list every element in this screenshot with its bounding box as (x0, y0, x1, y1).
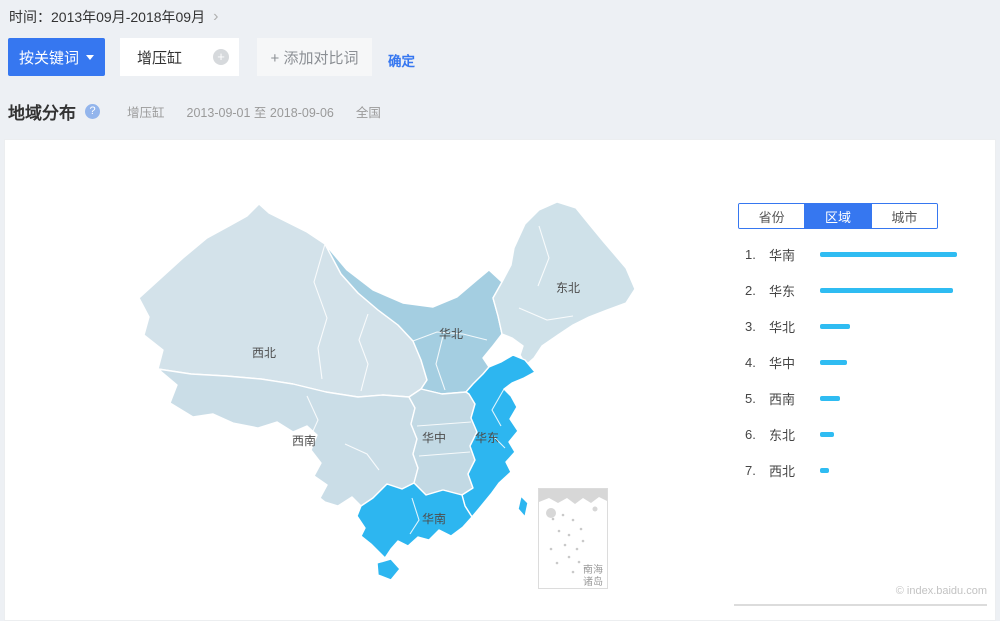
map-label-huanan: 华南 (422, 511, 446, 526)
time-label: 时间：2013年09月-2018年09月 (9, 7, 205, 27)
inset-island-dots (550, 514, 587, 574)
region-distribution-panel: 东北 华北 西北 西南 华中 华东 华南 南海 诸岛 省份区域城市 1. 华南 2.… (4, 139, 996, 621)
region-bar (820, 360, 847, 365)
confirm-link[interactable]: 确定 (388, 50, 415, 70)
tab-region[interactable]: 区域 (804, 204, 870, 228)
region-name: 华南 (769, 245, 795, 264)
region-bar (820, 324, 850, 329)
region-bar (820, 432, 834, 437)
south-china-sea-inset: 南海 诸岛 (538, 488, 608, 589)
keyword-input[interactable]: 增压缸 + (120, 38, 239, 76)
rank-row: 2. 华东 (745, 272, 991, 308)
map-island-hainan[interactable] (377, 559, 400, 580)
map-label-huazhong: 华中 (422, 430, 446, 445)
rank-number: 2. (745, 283, 761, 298)
region-name: 华东 (769, 281, 795, 300)
section-date-range: 2013-09-01 至 2018-09-06 (187, 102, 334, 121)
rank-row: 7. 西北 (745, 452, 991, 488)
section-title: 地域分布 (8, 99, 76, 124)
footer-divider[interactable] (734, 604, 987, 606)
map-label-xibei: 西北 (252, 346, 276, 360)
baidu-index-page: { "colors": { "accent": "#3677f0", "bar"… (0, 0, 1000, 621)
region-bar (820, 288, 953, 293)
region-ranking-list: 1. 华南 2. 华东 3. 华北 4. 华中 5. 西南 6. 东北 7. 西北 (739, 236, 991, 488)
region-bar (820, 252, 957, 257)
keyword-mode-button[interactable]: 按关键词 (8, 38, 105, 76)
rank-number: 4. (745, 355, 761, 370)
region-name: 华北 (769, 317, 795, 336)
map-label-dongbei: 东北 (556, 281, 580, 295)
tab-city[interactable]: 城市 (871, 204, 937, 228)
rank-row: 4. 华中 (745, 344, 991, 380)
granularity-tabs: 省份区域城市 (738, 203, 938, 229)
rank-row: 3. 华北 (745, 308, 991, 344)
help-icon[interactable]: ? (85, 104, 100, 119)
rank-number: 3. (745, 319, 761, 334)
region-name: 西北 (769, 461, 795, 480)
inset-island (593, 507, 598, 512)
inset-label-line2: 诸岛 (583, 575, 603, 588)
chevron-right-icon[interactable]: › (213, 10, 218, 24)
inset-coast (539, 489, 607, 504)
section-keyword: 增压缸 (127, 102, 165, 121)
section-header: 地域分布 ? 增压缸 2013-09-01 至 2018-09-06 全国 (8, 99, 381, 124)
section-scope: 全国 (356, 102, 381, 121)
caret-down-icon (86, 55, 94, 64)
rank-number: 7. (745, 463, 761, 478)
region-name: 东北 (769, 425, 795, 444)
add-compare-button[interactable]: + 添加对比词 (257, 38, 372, 76)
region-name: 西南 (769, 389, 795, 408)
inset-map: 南海 诸岛 (539, 489, 607, 588)
rank-number: 1. (745, 247, 761, 262)
map-label-huadong: 华东 (475, 431, 499, 445)
time-filter-row: 时间：2013年09月-2018年09月 › (9, 7, 218, 27)
rank-row: 6. 东北 (745, 416, 991, 452)
region-bar (820, 396, 840, 401)
add-circle-icon[interactable]: + (213, 49, 229, 65)
tab-province[interactable]: 省份 (739, 204, 804, 228)
keyword-value: 增压缸 (137, 47, 182, 68)
rank-row: 5. 西南 (745, 380, 991, 416)
map-label-xinan: 西南 (292, 433, 316, 448)
map-label-huabei: 华北 (439, 327, 463, 341)
region-bar (820, 468, 829, 473)
inset-island (546, 508, 556, 518)
region-name: 华中 (769, 353, 795, 372)
map-island-taiwan[interactable] (518, 496, 528, 517)
rank-number: 6. (745, 427, 761, 442)
inset-label-line1: 南海 (583, 563, 603, 576)
rank-row: 1. 华南 (745, 236, 991, 272)
rank-number: 5. (745, 391, 761, 406)
copyright: © index.baidu.com (734, 585, 987, 597)
keyword-mode-label: 按关键词 (19, 47, 79, 68)
